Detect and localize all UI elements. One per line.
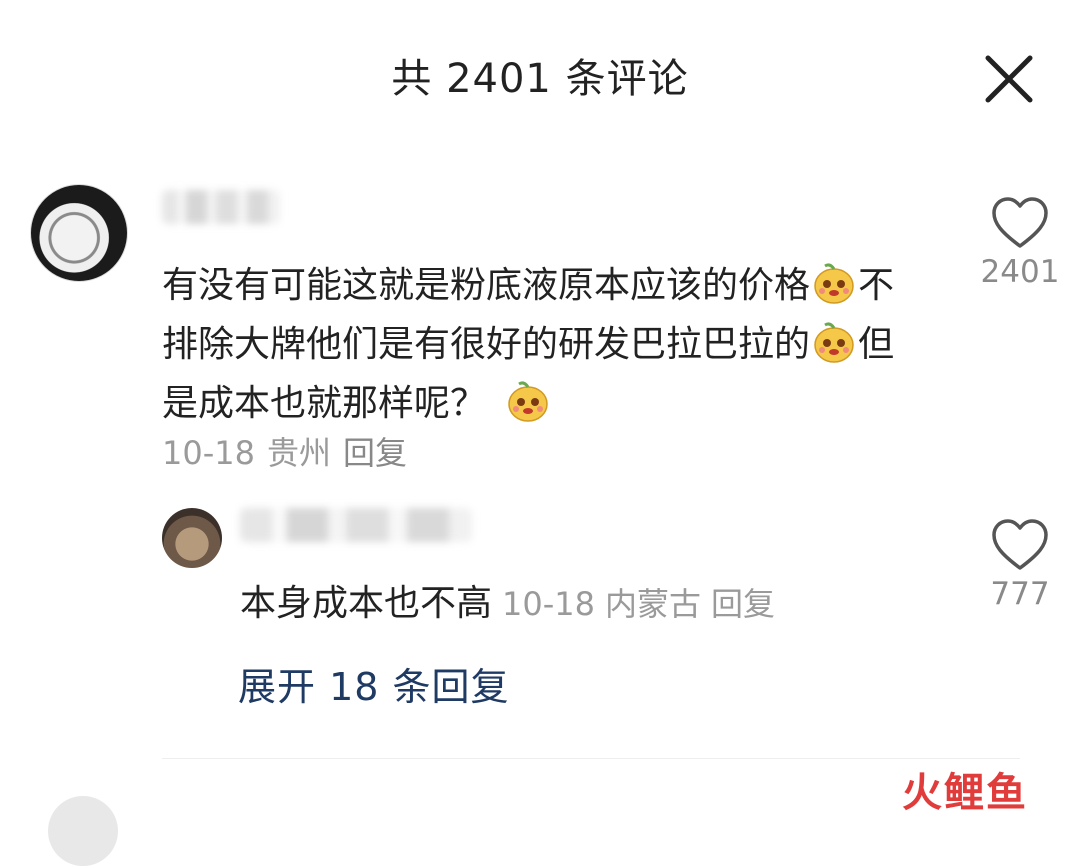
watermark: 火鲤鱼 <box>902 770 1028 816</box>
emoji-icon <box>812 320 856 364</box>
expand-replies-button[interactable]: 展开 18 条回复 <box>238 656 510 711</box>
reply-button[interactable]: 回复 <box>343 434 407 472</box>
comment-location: 贵州 <box>266 434 331 472</box>
comment-text-part: 有没有可能这就是粉底液原本应该的价格 <box>162 265 811 306</box>
heart-icon <box>992 519 1048 570</box>
reply-text: 本身成本也不高 <box>240 583 493 624</box>
avatar[interactable] <box>30 184 128 282</box>
page-title: 共 2401 条评论 <box>391 56 689 102</box>
reply-location: 内蒙古 <box>605 585 702 623</box>
comments-header: 共 2401 条评论 <box>0 0 1080 150</box>
close-icon <box>985 55 1033 103</box>
username-blurred[interactable] <box>162 190 280 224</box>
avatar[interactable] <box>162 508 222 568</box>
heart-icon <box>992 197 1048 248</box>
divider <box>162 758 1020 759</box>
comment-meta: 10-18 贵州 回复 <box>162 428 407 474</box>
username-blurred[interactable] <box>240 508 472 542</box>
reply-content: 本身成本也不高 10-18 内蒙古 回复 <box>240 574 775 626</box>
reply-button[interactable]: 回复 <box>711 585 775 623</box>
like-count: 2401 <box>980 254 1060 290</box>
comment-date: 10-18 <box>162 434 255 472</box>
like-button[interactable]: 777 <box>980 518 1060 612</box>
emoji-icon <box>812 261 856 305</box>
close-button[interactable] <box>978 48 1040 110</box>
like-count: 777 <box>990 576 1050 612</box>
avatar[interactable] <box>48 796 118 866</box>
like-button[interactable]: 2401 <box>980 196 1060 290</box>
reply-date: 10-18 <box>502 585 595 623</box>
comment-text: 有没有可能这就是粉底液原本应该的价格 不排除大牌他们是有很好的研发巴拉巴拉的 但… <box>162 256 912 433</box>
emoji-icon <box>506 379 550 423</box>
